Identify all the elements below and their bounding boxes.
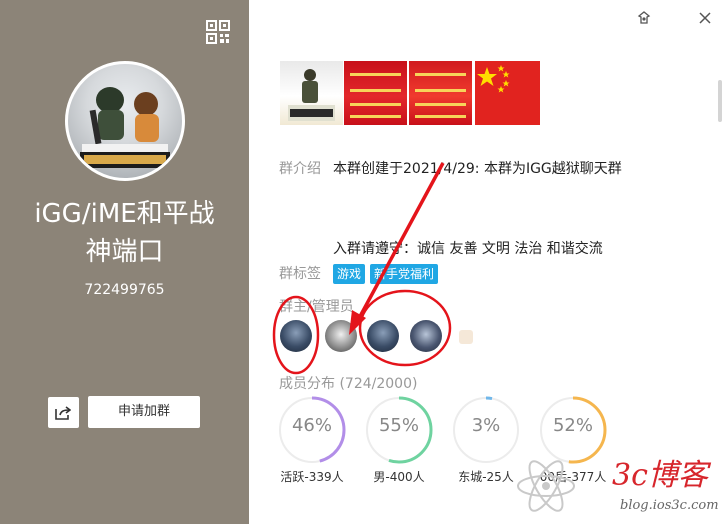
watermark-brand: 3c博客	[612, 458, 708, 493]
annotation-circle	[272, 295, 320, 375]
annotation-circle	[358, 289, 452, 367]
annotation-overlay	[272, 162, 452, 375]
watermark: 3c博客 blog.ios3c.com	[512, 448, 722, 518]
atom-logo-icon	[517, 460, 575, 512]
watermark-url: blog.ios3c.com	[620, 498, 719, 513]
